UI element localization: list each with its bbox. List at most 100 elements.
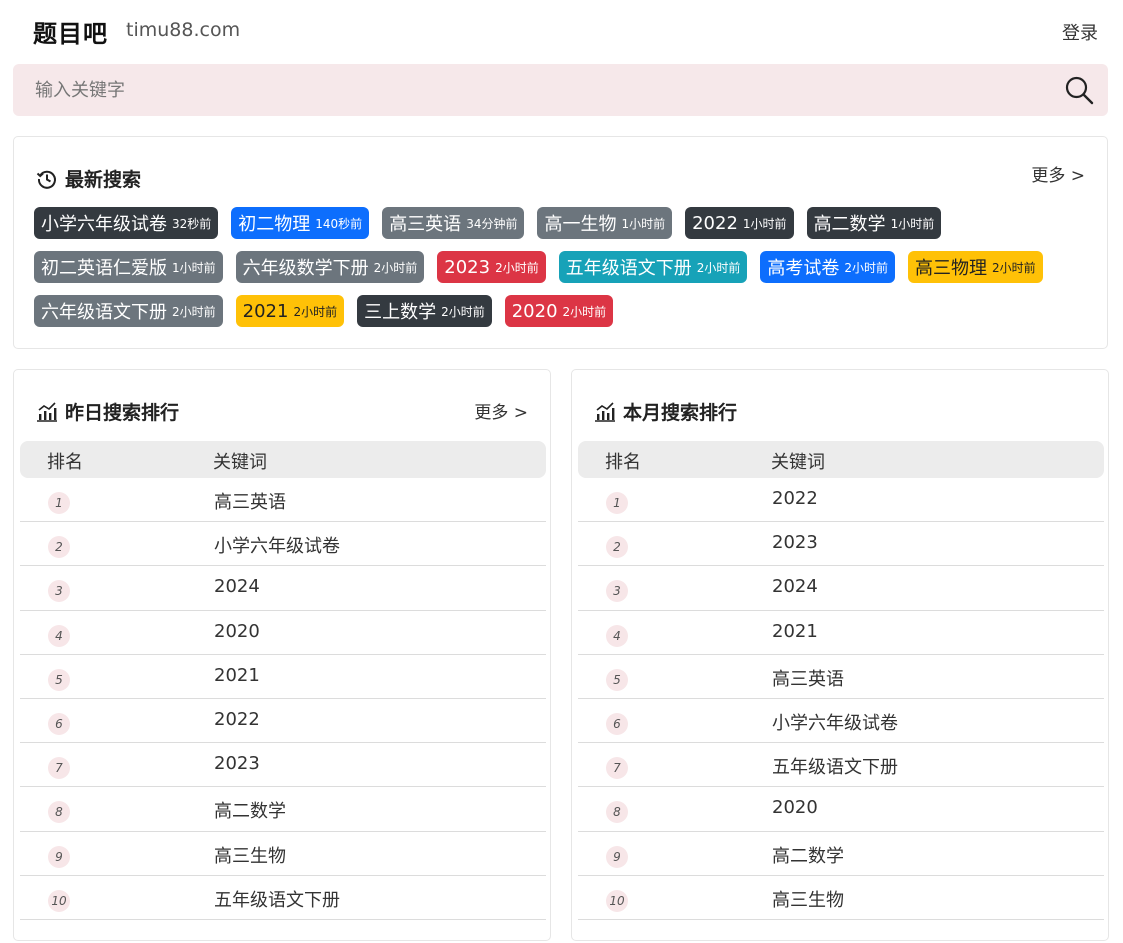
rank-number-badge: 10	[48, 889, 70, 912]
table-row[interactable]: 2 2023	[578, 522, 1104, 567]
table-row[interactable]: 6 小学六年级试卷	[578, 699, 1104, 744]
search-icon[interactable]	[1064, 75, 1094, 105]
table-row[interactable]: 9 高三生物	[20, 832, 546, 876]
table-row[interactable]: 5 高三英语	[578, 655, 1104, 699]
rank-number-badge: 3	[48, 580, 70, 603]
keyword-link[interactable]: 小学六年级试卷	[214, 532, 340, 558]
yesterday-more-link[interactable]: 更多 >	[474, 398, 528, 423]
table-row[interactable]: 1 高三英语	[20, 478, 546, 523]
top-header: 题目吧 timu88.com 登录	[0, 0, 1123, 62]
search-tag-time: 2小时前	[441, 304, 485, 319]
table-row[interactable]: 3 2024	[20, 566, 546, 611]
search-tag-time: 1小时前	[172, 260, 216, 275]
keyword-link[interactable]: 2024	[214, 576, 260, 597]
table-row[interactable]: 3 2024	[578, 566, 1104, 611]
search-tag[interactable]: 小学六年级试卷 32秒前	[34, 207, 219, 239]
table-row[interactable]: 7 2023	[20, 743, 546, 788]
keyword-link[interactable]: 五年级语文下册	[772, 753, 898, 779]
search-tag-time: 2小时前	[992, 260, 1036, 275]
keyword-link[interactable]: 2022	[772, 488, 818, 509]
search-tag-time: 1小时前	[742, 216, 787, 231]
search-tag[interactable]: 高考试卷 2小时前	[760, 251, 896, 283]
keyword-link[interactable]: 2024	[772, 576, 818, 597]
table-row[interactable]: 4 2021	[578, 611, 1104, 655]
table-row[interactable]: 6 2022	[20, 699, 546, 744]
search-tag-label: 2021	[242, 300, 289, 322]
search-tag[interactable]: 2021 2小时前	[235, 295, 345, 327]
search-tag-time: 34分钟前	[466, 216, 518, 231]
rank-number-badge: 8	[606, 801, 628, 824]
table-row[interactable]: 10 高三生物	[578, 876, 1104, 920]
history-icon	[36, 170, 56, 189]
keyword-link[interactable]: 2021	[772, 621, 818, 642]
search-tag-label: 六年级语文下册	[41, 302, 167, 323]
keyword-link[interactable]: 高三生物	[214, 842, 286, 868]
search-tag[interactable]: 初二物理 140秒前	[231, 207, 370, 239]
search-bar	[13, 64, 1108, 116]
bar-chart-icon	[37, 401, 57, 422]
table-row[interactable]: 5 2021	[20, 655, 546, 699]
keyword-link[interactable]: 高三英语	[214, 488, 286, 514]
keyword-link[interactable]: 高三生物	[772, 886, 844, 912]
search-tag[interactable]: 高三物理 2小时前	[908, 251, 1043, 283]
search-tag[interactable]: 2023 2小时前	[437, 251, 546, 283]
search-tag-time: 2小时前	[562, 304, 607, 319]
rank-number-badge: 1	[606, 492, 628, 514]
search-input[interactable]	[13, 64, 1053, 116]
table-row[interactable]: 9 高二数学	[578, 832, 1104, 876]
search-tag[interactable]: 初二英语仁爱版 1小时前	[34, 251, 223, 283]
site-domain: timu88.com	[126, 19, 241, 41]
search-tag[interactable]: 高二数学 1小时前	[806, 207, 942, 239]
keyword-link[interactable]: 高二数学	[772, 842, 844, 868]
search-tag-label: 高考试卷	[767, 258, 840, 279]
table-row[interactable]: 7 五年级语文下册	[578, 743, 1104, 788]
latest-search-header: 最新搜索	[36, 165, 141, 192]
rank-number-badge: 3	[606, 580, 628, 603]
yesterday-ranking-header: 昨日搜索排行	[36, 398, 179, 425]
yesterday-ranking-table: 1 高三英语 2 小学六年级试卷 3 2024 4 2020 5 2021 6 2022 7 2023 8 高…	[20, 478, 546, 920]
table-header: 排名 关键词	[578, 441, 1104, 478]
keyword-link[interactable]: 高三英语	[772, 665, 844, 691]
site-logo[interactable]: 题目吧	[33, 14, 108, 49]
table-row[interactable]: 1 2022	[578, 478, 1104, 523]
rank-number-badge: 4	[48, 624, 70, 647]
keyword-link[interactable]: 小学六年级试卷	[772, 709, 898, 735]
search-tag-time: 32秒前	[172, 216, 212, 231]
search-tag[interactable]: 三上数学 2小时前	[357, 295, 492, 327]
search-tag-label: 五年级语文下册	[565, 258, 692, 279]
yesterday-ranking-title: 昨日搜索排行	[65, 402, 180, 424]
latest-more-link[interactable]: 更多 >	[1031, 161, 1085, 186]
keyword-link[interactable]: 2020	[772, 797, 818, 818]
search-tag[interactable]: 五年级语文下册 2小时前	[558, 251, 748, 283]
search-tag[interactable]: 2022 1小时前	[685, 207, 794, 239]
keyword-link[interactable]: 2022	[214, 709, 260, 730]
keyword-link[interactable]: 2021	[214, 665, 260, 686]
search-tag-label: 高三物理	[915, 258, 988, 279]
search-tag-label: 高一生物	[544, 214, 617, 235]
keyword-link[interactable]: 2020	[214, 621, 260, 642]
keyword-link[interactable]: 五年级语文下册	[214, 886, 340, 912]
month-ranking-title: 本月搜索排行	[623, 402, 738, 424]
table-row[interactable]: 2 小学六年级试卷	[20, 522, 546, 567]
login-link[interactable]: 登录	[1062, 19, 1098, 45]
search-tag[interactable]: 六年级数学下册 2小时前	[235, 251, 425, 283]
keyword-column-header: 关键词	[771, 452, 825, 473]
table-row[interactable]: 8 2020	[578, 787, 1104, 832]
rank-column-header: 排名	[605, 452, 641, 473]
keyword-link[interactable]: 2023	[214, 753, 260, 774]
search-tag[interactable]: 2020 2小时前	[504, 295, 614, 327]
search-tag[interactable]: 六年级语文下册 2小时前	[34, 295, 223, 327]
table-row[interactable]: 10 五年级语文下册	[20, 876, 546, 920]
rank-number-badge: 6	[606, 712, 628, 735]
latest-search-card: 最新搜索 更多 > 小学六年级试卷 32秒前 初二物理 140秒前 高三英语 34分钟前高…	[13, 136, 1108, 349]
rank-number-badge: 2	[48, 536, 70, 559]
keyword-link[interactable]: 2023	[772, 532, 818, 553]
search-tag-label: 三上数学	[364, 302, 437, 323]
keyword-link[interactable]: 高二数学	[214, 797, 286, 823]
search-tag[interactable]: 高一生物 1小时前	[537, 207, 673, 239]
search-tag[interactable]: 高三英语 34分钟前	[382, 207, 525, 239]
search-tag-label: 2023	[444, 256, 491, 278]
table-row[interactable]: 4 2020	[20, 611, 546, 655]
table-row[interactable]: 8 高二数学	[20, 787, 546, 832]
table-header: 排名 关键词	[20, 441, 546, 478]
